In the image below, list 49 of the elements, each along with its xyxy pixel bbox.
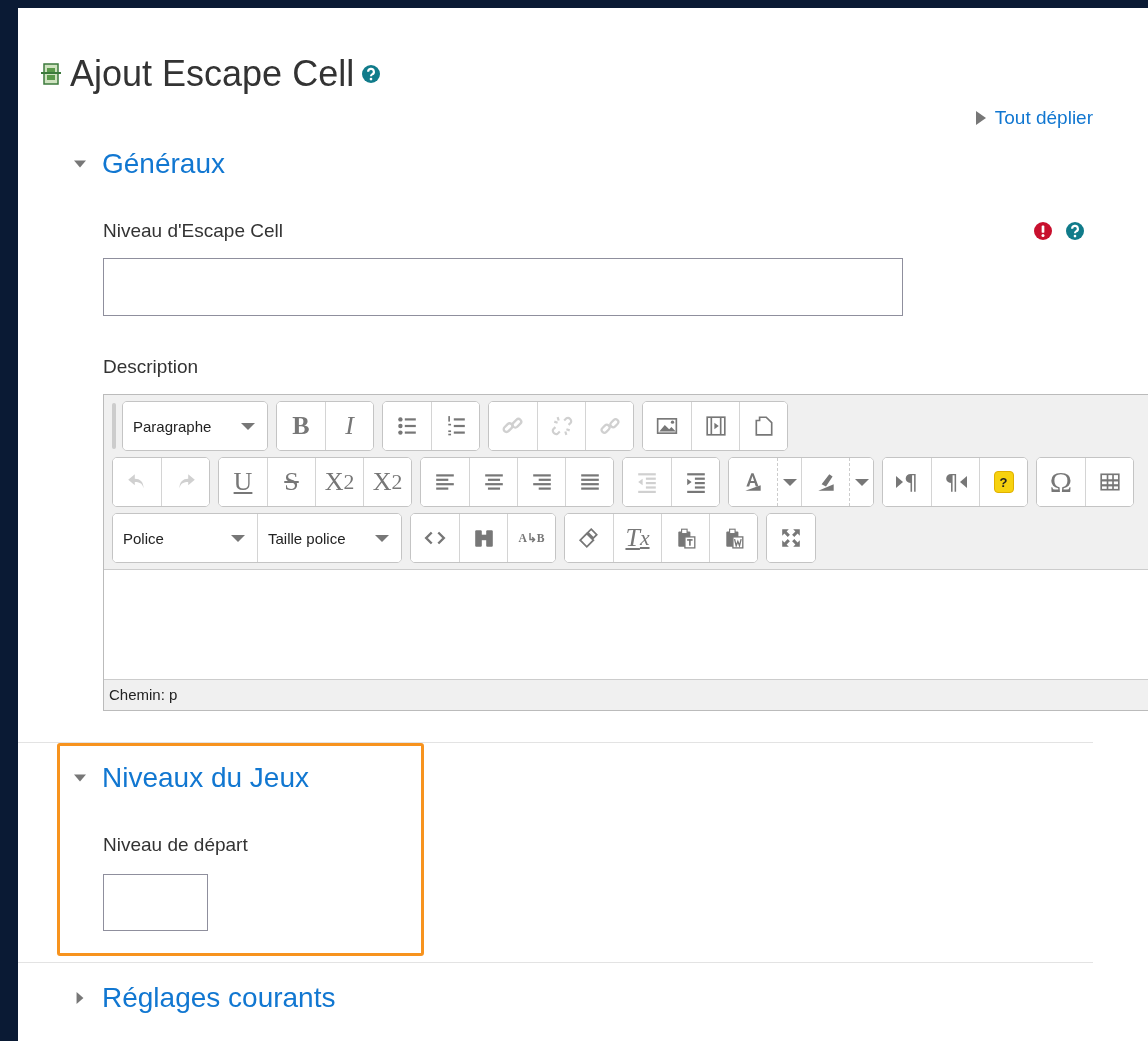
caret-icon bbox=[231, 534, 245, 542]
triangle-icon bbox=[896, 476, 903, 488]
toolbar-button[interactable] bbox=[565, 458, 613, 506]
toolbar-button[interactable] bbox=[767, 514, 815, 562]
help-icon bbox=[1066, 222, 1084, 240]
help-button[interactable]: ? bbox=[979, 458, 1027, 506]
caret-icon bbox=[241, 422, 255, 430]
table-icon bbox=[1098, 471, 1121, 493]
file-icon bbox=[752, 415, 775, 437]
field-label: Niveau de départ bbox=[103, 834, 248, 856]
triangle-icon bbox=[974, 111, 987, 125]
format-dropdown[interactable]: Taille police bbox=[257, 514, 401, 562]
section-toggle[interactable]: Généraux bbox=[74, 148, 1090, 180]
align-left-icon bbox=[434, 471, 456, 493]
align-right-icon bbox=[530, 471, 553, 493]
field-label: Niveau d'Escape Cell bbox=[103, 220, 283, 242]
toolbar-button[interactable] bbox=[431, 402, 479, 450]
section-toggle[interactable]: Niveaux du Jeux bbox=[74, 762, 421, 794]
justify-icon bbox=[578, 471, 601, 493]
text-field[interactable] bbox=[103, 258, 903, 316]
toolbar-button[interactable] bbox=[1085, 458, 1133, 506]
caret-icon bbox=[782, 478, 797, 486]
expand-all-link[interactable]: Tout déplier bbox=[974, 107, 1093, 129]
help-icon bbox=[362, 65, 381, 83]
section-toggle[interactable]: Réglages courants bbox=[74, 982, 1090, 1014]
toolbar-button[interactable] bbox=[709, 514, 757, 562]
page-title: Ajout Escape Cell bbox=[70, 53, 355, 95]
align-center-icon bbox=[482, 471, 505, 493]
caret-icon bbox=[854, 478, 869, 486]
toolbar-button[interactable] bbox=[739, 402, 787, 450]
toolbar-button[interactable] bbox=[671, 458, 719, 506]
editor-path: Chemin: p bbox=[108, 685, 179, 705]
caret-icon bbox=[375, 534, 389, 542]
triangle-icon bbox=[959, 476, 967, 488]
triangle-icon bbox=[74, 991, 86, 1005]
dropdown-button[interactable] bbox=[849, 458, 873, 506]
link-icon bbox=[598, 415, 621, 437]
broken-link-icon bbox=[550, 415, 573, 437]
indent-icon bbox=[684, 471, 707, 493]
format-dropdown[interactable]: Paragraphe bbox=[123, 402, 267, 450]
text-field[interactable] bbox=[103, 874, 208, 931]
film-icon bbox=[704, 415, 727, 437]
expand-icon bbox=[780, 527, 802, 549]
image-icon bbox=[656, 415, 678, 437]
bullet-list-icon bbox=[396, 415, 418, 437]
field-label: Description bbox=[103, 356, 199, 378]
module-icon bbox=[40, 62, 62, 86]
toolbar-button[interactable]: I bbox=[325, 402, 373, 450]
outdent-icon bbox=[636, 471, 658, 493]
